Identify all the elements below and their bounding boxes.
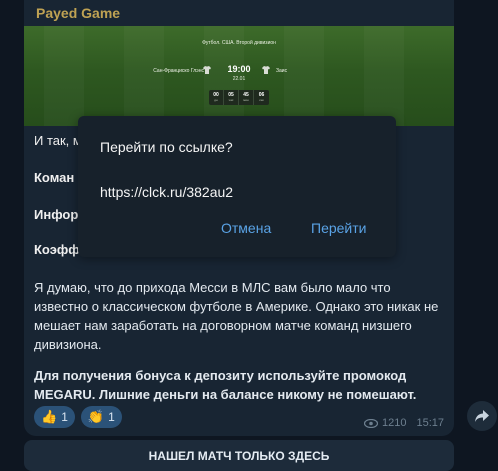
open-link-dialog: Перейти по ссылке? https://clck.ru/382au… [78, 116, 396, 257]
message-line-intro: И так, м [34, 133, 82, 148]
message-meta: 1210 15:17 [363, 417, 444, 429]
reaction-count: 1 [61, 410, 68, 424]
message-line-info: Инфор [34, 207, 79, 222]
dialog-title: Перейти по ссылке? [100, 139, 233, 155]
reaction-clap[interactable]: 👏 1 [80, 406, 122, 428]
countdown-minutes: 45 мин [239, 90, 254, 105]
message-time: 15:17 [416, 417, 444, 429]
banner-match-time: 19:00 [227, 64, 251, 74]
countdown-days: 00 дн [209, 90, 224, 105]
dialog-url: https://clck.ru/382au2 [100, 184, 234, 200]
banner-league: Футбол. США. Второй дивизион [202, 40, 276, 46]
message-paragraph-1: Я думаю, что до прихода Месси в МЛС вам … [34, 280, 439, 352]
reaction-count: 1 [108, 410, 115, 424]
cancel-button[interactable]: Отмена [221, 220, 271, 236]
away-shirt-icon [262, 66, 270, 74]
open-link-button[interactable]: Перейти [311, 220, 366, 236]
banner-match-date: 22.01 [232, 76, 246, 82]
reaction-thumbs-up[interactable]: 👍 1 [34, 406, 75, 428]
reactions-row: 👍 1 👏 1 [34, 406, 122, 428]
message-paragraph-2: Для получения бонуса к депозиту использу… [34, 368, 417, 402]
share-arrow-icon [475, 410, 489, 422]
countdown-seconds: 06 сек [258, 92, 265, 102]
banner-countdown: 00 дн 05 час 45 мин 06 сек [209, 90, 269, 105]
thumbs-up-icon: 👍 [41, 409, 58, 424]
inline-link-button[interactable]: НАШЕЛ МАТЧ ТОЛЬКО ЗДЕСЬ [24, 440, 454, 471]
share-button[interactable] [467, 401, 497, 431]
message-line-teams: Коман [34, 170, 75, 185]
message-line-odds: Коэфф [34, 242, 80, 257]
countdown-hours: 05 час [224, 90, 239, 105]
views-eye-icon [363, 418, 378, 428]
sender-name[interactable]: Payed Game [36, 5, 120, 21]
clap-icon: 👏 [87, 409, 105, 424]
views-count: 1210 [381, 417, 407, 429]
match-banner-image[interactable]: Футбол. США. Второй дивизион Сан-Францис… [24, 26, 454, 126]
banner-away-team: Заис [276, 68, 288, 74]
